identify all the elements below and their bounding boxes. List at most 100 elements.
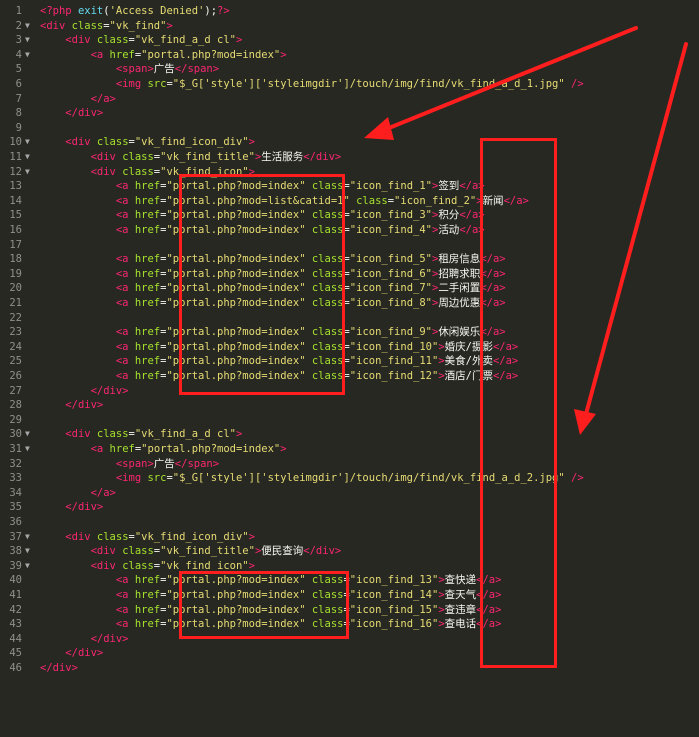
code-line[interactable]: 31 ▼ <a href="portal.php?mod=index">: [0, 442, 699, 457]
code-line[interactable]: 10 ▼ <div class="vk_find_icon_div">: [0, 135, 699, 150]
code-token: href: [109, 443, 135, 455]
code-token: 积分: [438, 209, 460, 222]
code-line[interactable]: 35 </div>: [0, 500, 699, 515]
fold-arrow-icon[interactable]: ▼: [25, 33, 35, 48]
code-line[interactable]: 24 <a href="portal.php?mod=index" class=…: [0, 340, 699, 355]
code-line[interactable]: 2 ▼ <div class="vk_find">: [0, 19, 699, 34]
code-token: "vk_find": [109, 19, 167, 32]
code-text: </div>: [40, 661, 78, 676]
code-line[interactable]: 39 ▼ <div class="vk_find_icon">: [0, 559, 699, 574]
code-line[interactable]: 25 <a href="portal.php?mod=index" class=…: [0, 354, 699, 369]
code-line[interactable]: 6 <img src="$_G['style']['styleimgdir']/…: [0, 77, 699, 92]
code-line[interactable]: 46 </div>: [0, 661, 699, 676]
code-line[interactable]: 7 </a>: [0, 92, 699, 107]
code-line[interactable]: 3 ▼ <div class="vk_find_a_d cl">: [0, 33, 699, 48]
fold-arrow-icon[interactable]: ▼: [25, 48, 35, 63]
code-text: <a href="portal.php?mod=index" class="ic…: [40, 223, 485, 238]
code-token: href: [134, 209, 161, 222]
code-token: 二手闲置: [438, 282, 481, 295]
fold-arrow-icon[interactable]: ▼: [25, 135, 35, 150]
line-number: 25: [9, 355, 22, 368]
code-line[interactable]: 32 <span>广告</span>: [0, 457, 699, 472]
code-line[interactable]: 18 <a href="portal.php?mod=index" class=…: [0, 252, 699, 267]
code-token: class: [122, 165, 154, 178]
code-token: </div>: [65, 399, 104, 412]
code-line[interactable]: 41 <a href="portal.php?mod=index" class=…: [0, 588, 699, 603]
fold-arrow-icon[interactable]: ▼: [25, 19, 35, 34]
code-line[interactable]: 17: [0, 238, 699, 253]
code-text: <a href="portal.php?mod=index" class="ic…: [40, 369, 518, 384]
code-text: <div class="vk_find_icon_div">: [40, 135, 255, 150]
code-token: "portal.php?mod=index": [166, 224, 306, 236]
code-line[interactable]: 5 <span>广告</span>: [0, 62, 699, 77]
fold-arrow-icon[interactable]: ▼: [25, 427, 35, 442]
code-token: class: [96, 136, 129, 149]
code-line[interactable]: 40 <a href="portal.php?mod=index" class=…: [0, 573, 699, 588]
code-line[interactable]: 19 <a href="portal.php?mod=index" class=…: [0, 267, 699, 282]
code-line[interactable]: 21 <a href="portal.php?mod=index" class=…: [0, 296, 699, 311]
code-line[interactable]: 12 ▼ <div class="vk_find_icon">: [0, 165, 699, 180]
code-text: <div class="vk_find_title">生活服务</div>: [40, 150, 342, 165]
fold-arrow-icon[interactable]: ▼: [25, 165, 35, 180]
code-line[interactable]: 38 ▼ <div class="vk_find_title">便民查询</div…: [0, 544, 699, 559]
code-line[interactable]: 44 </div>: [0, 632, 699, 647]
fold-arrow-icon[interactable]: ▼: [25, 442, 35, 457]
code-token: <a: [115, 326, 135, 339]
code-line[interactable]: 43 <a href="portal.php?mod=index" class=…: [0, 617, 699, 632]
code-line[interactable]: 22: [0, 311, 699, 326]
code-token: "icon_find_3": [349, 209, 432, 222]
code-line[interactable]: 42 <a href="portal.php?mod=index" class=…: [0, 603, 699, 618]
code-token: >: [166, 19, 173, 32]
code-token: </a>: [90, 486, 116, 499]
code-text: <div class="vk_find">: [40, 19, 173, 34]
code-line[interactable]: 37 ▼ <div class="vk_find_icon_div">: [0, 530, 699, 545]
fold-arrow-icon[interactable]: ▼: [25, 150, 35, 165]
code-line[interactable]: 28 </div>: [0, 398, 699, 413]
code-line[interactable]: 16 <a href="portal.php?mod=index" class=…: [0, 223, 699, 238]
fold-arrow-icon[interactable]: ▼: [25, 530, 35, 545]
code-line[interactable]: 15 <a href="portal.php?mod=index" class=…: [0, 208, 699, 223]
fold-arrow-icon[interactable]: ▼: [25, 544, 35, 559]
fold-arrow-icon[interactable]: ▼: [25, 559, 35, 574]
code-line[interactable]: 13 <a href="portal.php?mod=index" class=…: [0, 179, 699, 194]
code-line[interactable]: 33 <img src="$_G['style']['styleimgdir']…: [0, 471, 699, 486]
code-text: <a href="portal.php?mod=index" class="ic…: [40, 340, 518, 355]
code-editor[interactable]: 1 <?php exit('Access Denied');?> 2 ▼ <div cl…: [0, 0, 699, 737]
code-line[interactable]: 23 <a href="portal.php?mod=index" class=…: [0, 325, 699, 340]
code-text: <a href="portal.php?mod=index" class="ic…: [40, 179, 485, 194]
code-line[interactable]: 11 ▼ <div class="vk_find_title">生活服务</div…: [0, 150, 699, 165]
code-token: </span>: [174, 457, 220, 470]
code-line[interactable]: 8 </div>: [0, 106, 699, 121]
line-number: 32: [9, 457, 22, 470]
code-line[interactable]: 20 <a href="portal.php?mod=index" class=…: [0, 281, 699, 296]
code-token: <a: [115, 370, 135, 382]
code-line[interactable]: 27 </div>: [0, 384, 699, 399]
code-line[interactable]: 29: [0, 413, 699, 428]
code-line[interactable]: 14 <a href="portal.php?mod=list&catid=1"…: [0, 194, 699, 209]
code-line[interactable]: 36: [0, 515, 699, 530]
code-token: href: [134, 370, 161, 382]
code-token: "portal.php?mod=index": [166, 282, 306, 295]
line-number: 31: [9, 443, 22, 455]
line-number: 22: [9, 311, 22, 324]
line-number: 20: [9, 282, 22, 295]
code-token: href: [134, 326, 161, 339]
code-line[interactable]: 9: [0, 121, 699, 136]
code-line[interactable]: 4 ▼ <a href="portal.php?mod=index">: [0, 48, 699, 63]
code-token: <div: [40, 19, 72, 32]
code-line[interactable]: 26 <a href="portal.php?mod=index" class=…: [0, 369, 699, 384]
code-token: class: [305, 326, 344, 339]
code-token: class: [305, 267, 344, 280]
code-token: "portal.php?mod=index": [166, 267, 306, 280]
code-token: "icon_find_1": [349, 180, 432, 193]
code-line[interactable]: 34 </a>: [0, 486, 699, 501]
code-token: href: [134, 340, 161, 353]
code-line[interactable]: 30 ▼ <div class="vk_find_a_d cl">: [0, 427, 699, 442]
code-line[interactable]: 45 </div>: [0, 646, 699, 661]
code-line[interactable]: 1 <?php exit('Access Denied');?>: [0, 4, 699, 19]
